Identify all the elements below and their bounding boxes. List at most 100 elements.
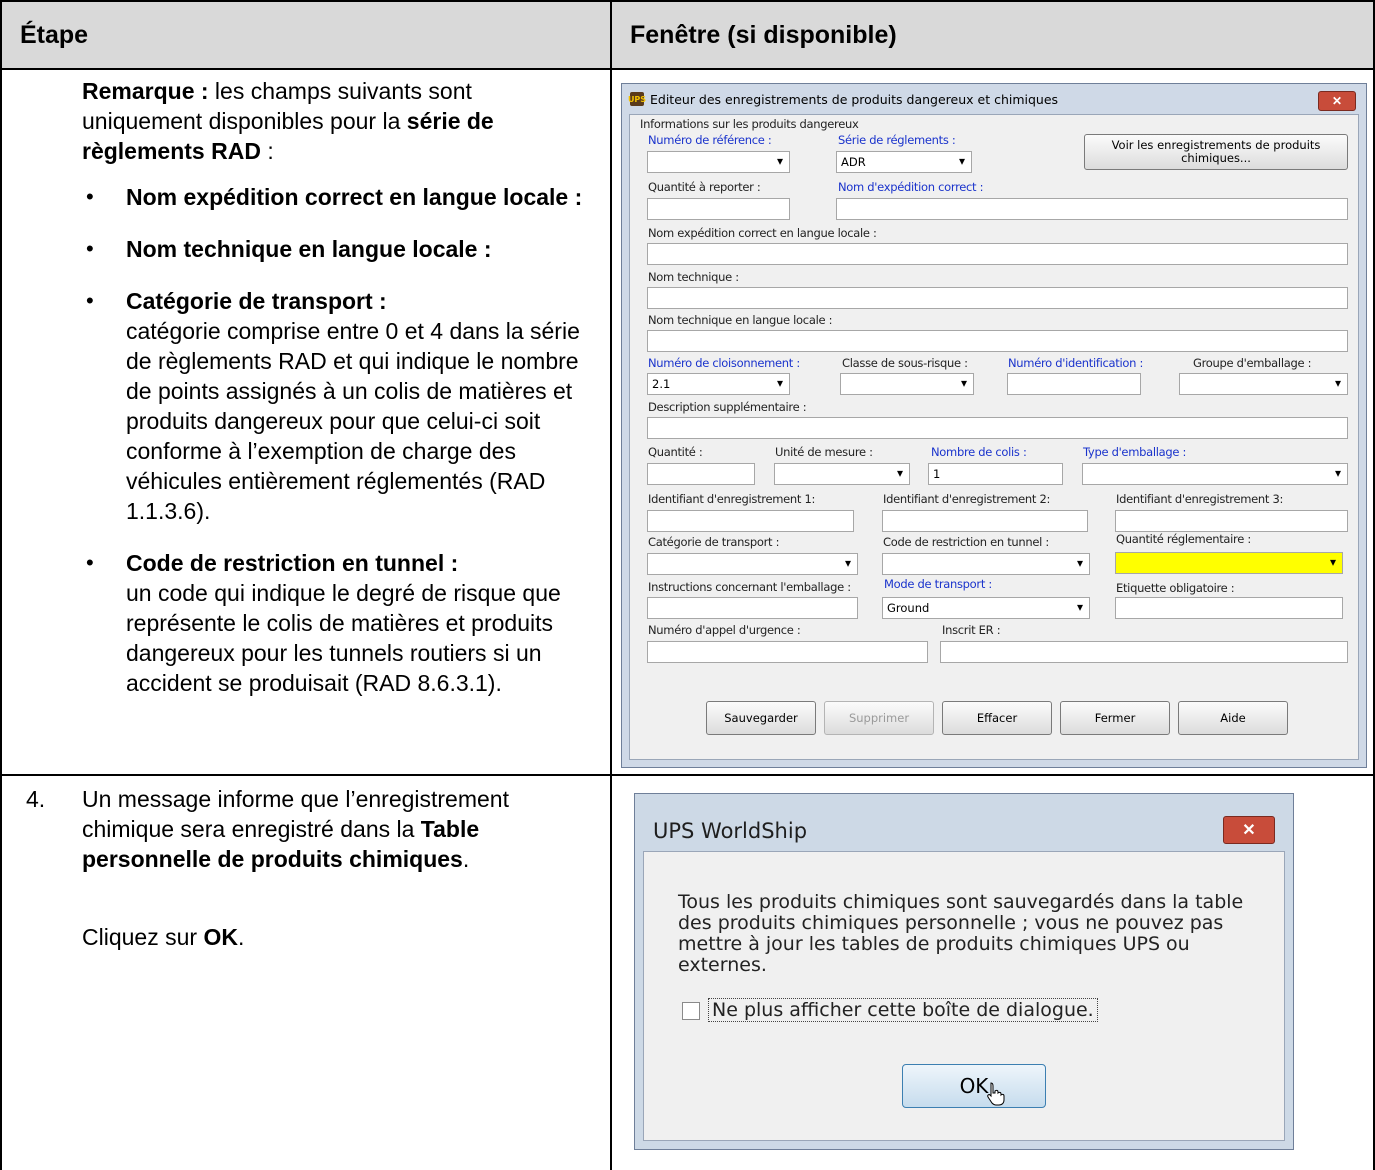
dialog-title: UPS WorldShip — [653, 819, 808, 843]
nom-exp-local-label: Nom expédition correct en langue locale … — [648, 226, 877, 240]
ident-label: Numéro d'identification : — [1008, 356, 1144, 370]
close-button[interactable]: Fermer — [1060, 701, 1170, 735]
dialog-message: Tous les produits chimiques sont sauvega… — [678, 891, 1244, 976]
nom-exp-input[interactable] — [836, 198, 1348, 220]
worldship-dialog: UPS WorldShip ✕ Tous les produits chimiq… — [634, 793, 1294, 1150]
voir-enregistrements-button[interactable]: Voir les enregistrements de produits chi… — [1084, 134, 1348, 170]
nom-tech-input[interactable] — [647, 287, 1348, 309]
bullet-text: un code qui indique le degré de risque q… — [126, 580, 561, 696]
row1-step-cell: Remarque : les champs suivants sont uniq… — [0, 70, 612, 776]
click-bold: OK — [203, 924, 238, 950]
ref-label: Numéro de référence : — [648, 133, 772, 147]
help-button[interactable]: Aide — [1178, 701, 1288, 735]
qte-regl-label: Quantité réglementaire : — [1116, 532, 1251, 546]
cat-transport-label: Catégorie de transport : — [648, 535, 780, 549]
urgence-input[interactable] — [647, 641, 928, 663]
nb-colis-label: Nombre de colis : — [931, 445, 1027, 459]
step-description: Un message informe que l’enregistrement … — [82, 784, 582, 874]
quantite-label: Quantité : — [648, 445, 703, 459]
bullet-item: Code de restriction en tunnel : un code q… — [82, 548, 592, 698]
delete-button[interactable]: Supprimer — [824, 701, 934, 735]
bullet-item: Catégorie de transport : catégorie compri… — [82, 286, 592, 526]
serie-dropdown[interactable]: ADR — [836, 151, 972, 173]
ups-logo-icon: UPS — [628, 92, 646, 106]
bullet-item: Nom technique en langue locale : — [82, 234, 592, 264]
type-emb-label: Type d'emballage : — [1083, 445, 1187, 459]
row2-step-cell: 4. Un message informe que l’enregistreme… — [0, 776, 612, 1170]
instructions-label: Instructions concernant l'emballage : — [648, 580, 851, 594]
mode-dropdown[interactable]: Ground — [882, 597, 1090, 619]
id2-input[interactable] — [882, 510, 1088, 532]
dialog-body: Tous les produits chimiques sont sauvega… — [643, 851, 1285, 1141]
bullet-list: Nom expédition correct en langue locale … — [82, 166, 592, 698]
unite-label: Unité de mesure : — [775, 445, 873, 459]
etiquette-input[interactable] — [1115, 597, 1343, 619]
id3-label: Identifiant d'enregistrement 3: — [1116, 492, 1284, 506]
click-suffix: . — [237, 924, 245, 950]
remark-label: Remarque : — [82, 78, 209, 104]
dont-show-checkbox[interactable] — [682, 1002, 700, 1020]
bullet-title: Nom technique en langue locale : — [126, 236, 492, 262]
tunnel-label: Code de restriction en tunnel : — [883, 535, 1050, 549]
ok-button[interactable]: OK — [902, 1064, 1046, 1108]
hazmat-editor-window: UPS Editeur des enregistrements de produ… — [621, 83, 1367, 768]
inscrit-input[interactable] — [940, 641, 1348, 663]
sous-risque-label: Classe de sous-risque : — [842, 356, 968, 370]
close-icon[interactable]: ✕ — [1223, 816, 1275, 844]
section-label: Informations sur les produits dangereux — [640, 117, 859, 131]
bullet-title: Nom expédition correct en langue locale … — [126, 184, 583, 210]
remark-text-2: : — [260, 138, 274, 164]
mode-label: Mode de transport : — [884, 577, 992, 591]
groupe-dropdown[interactable] — [1179, 373, 1348, 395]
id1-input[interactable] — [647, 510, 854, 532]
remark-paragraph: Remarque : les champs suivants sont uniq… — [82, 76, 582, 166]
tunnel-dropdown[interactable] — [882, 553, 1090, 575]
id1-label: Identifiant d'enregistrement 1: — [648, 492, 816, 506]
instructions-input[interactable] — [647, 597, 858, 619]
qty-report-label: Quantité à reporter : — [648, 180, 761, 194]
bullet-item: Nom expédition correct en langue locale … — [82, 182, 592, 212]
groupe-label: Groupe d'emballage : — [1193, 356, 1312, 370]
qte-regl-dropdown[interactable] — [1115, 552, 1343, 574]
ident-input[interactable] — [1007, 373, 1141, 395]
nb-colis-input[interactable]: 1 — [928, 463, 1063, 485]
editor-form: Informations sur les produits dangereux … — [629, 114, 1359, 760]
quantite-input[interactable] — [647, 463, 755, 485]
etiquette-label: Etiquette obligatoire : — [1116, 581, 1235, 595]
id3-input[interactable] — [1115, 510, 1348, 532]
nom-exp-local-input[interactable] — [647, 243, 1348, 265]
inscrit-label: Inscrit ER : — [942, 623, 1001, 637]
nom-tech-local-label: Nom technique en langue locale : — [648, 313, 833, 327]
cat-transport-dropdown[interactable] — [647, 553, 858, 575]
cloison-dropdown[interactable]: 2.1 — [647, 373, 790, 395]
cloison-label: Numéro de cloisonnement : — [648, 356, 800, 370]
qty-report-input[interactable] — [647, 198, 790, 220]
nom-tech-label: Nom technique : — [648, 270, 739, 284]
save-button[interactable]: Sauvegarder — [706, 701, 816, 735]
dont-show-label[interactable]: Ne plus afficher cette boîte de dialogue… — [708, 998, 1098, 1022]
serie-label: Série de réglements : — [838, 133, 956, 147]
header-window-label: Fenêtre (si disponible) — [630, 20, 897, 49]
bullet-title: Code de restriction en tunnel : — [126, 550, 459, 576]
step-text-2: . — [462, 846, 470, 872]
window-title: Editeur des enregistrements de produits … — [650, 91, 1059, 107]
cursor-icon — [987, 1082, 1005, 1106]
desc-label: Description supplémentaire : — [648, 400, 807, 414]
type-emb-dropdown[interactable] — [1082, 463, 1348, 485]
header-step: Étape — [0, 0, 612, 70]
header-window: Fenêtre (si disponible) — [610, 0, 1375, 70]
ref-dropdown[interactable] — [647, 151, 790, 173]
step-number: 4. — [26, 786, 46, 812]
window-titlebar: UPS Editeur des enregistrements de produ… — [622, 84, 1366, 114]
unite-dropdown[interactable] — [774, 463, 910, 485]
click-prefix: Cliquez sur — [82, 924, 204, 950]
header-step-label: Étape — [20, 20, 89, 49]
urgence-label: Numéro d'appel d'urgence : — [648, 623, 801, 637]
desc-input[interactable] — [647, 417, 1348, 439]
nom-tech-local-input[interactable] — [647, 330, 1348, 352]
nom-exp-label: Nom d'expédition correct : — [838, 180, 984, 194]
click-instruction: Cliquez sur OK. — [82, 922, 244, 952]
close-icon[interactable]: ✕ — [1318, 91, 1356, 111]
sous-risque-dropdown[interactable] — [840, 373, 974, 395]
clear-button[interactable]: Effacer — [942, 701, 1052, 735]
